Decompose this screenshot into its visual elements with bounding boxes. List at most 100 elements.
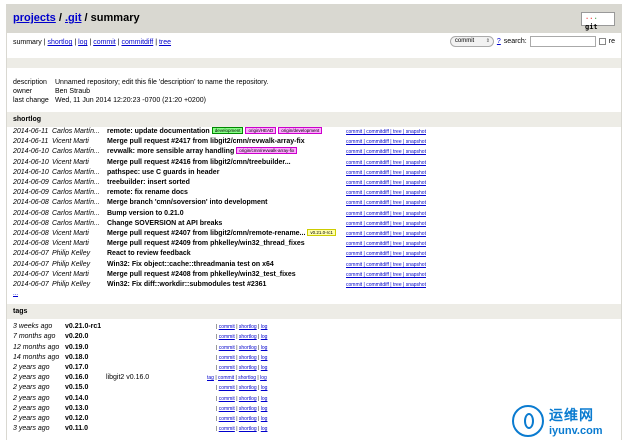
link-tree[interactable]: tree: [393, 221, 402, 227]
tag-name[interactable]: v0.16.0: [65, 373, 106, 383]
link-tree[interactable]: tree: [393, 160, 402, 166]
commit-title-cell[interactable]: Merge pull request #2417 from libgit2/cm…: [107, 137, 346, 147]
table-row[interactable]: 7 months ago v0.20.0 | commit | shortlog |…: [13, 332, 267, 342]
tags-title[interactable]: tags: [13, 308, 27, 315]
table-row[interactable]: 3 years ago v0.11.0 | commit | shortlog | …: [13, 424, 267, 434]
link-commit[interactable]: commit: [219, 416, 235, 422]
link-commit[interactable]: commit: [346, 149, 362, 155]
commit-title[interactable]: Merge pull request #2416 from libgit2/cm…: [107, 159, 291, 166]
link-commitdiff[interactable]: commitdiff: [366, 231, 389, 237]
commit-title-cell[interactable]: Bump version to 0.21.0: [107, 209, 346, 219]
table-row[interactable]: 2 years ago v0.17.0 | commit | shortlog | …: [13, 363, 267, 373]
link-commitdiff[interactable]: commitdiff: [366, 211, 389, 217]
link-shortlog[interactable]: shortlog: [239, 396, 257, 402]
tag-message[interactable]: [106, 343, 207, 353]
tag-message[interactable]: [106, 332, 207, 342]
commit-title-cell[interactable]: pathspec: use C guards in header: [107, 168, 346, 178]
link-commitdiff[interactable]: commitdiff: [366, 160, 389, 166]
link-commit[interactable]: commit: [346, 129, 362, 135]
tag-name[interactable]: v0.17.0: [65, 363, 106, 373]
commit-title-cell[interactable]: Win32: Fix object::cache::threadmania te…: [107, 260, 346, 270]
tag-name[interactable]: v0.15.0: [65, 383, 106, 393]
commit-title[interactable]: treebuilder: insert sorted: [107, 179, 190, 186]
link-tree[interactable]: tree: [393, 149, 402, 155]
shortlog-title[interactable]: shortlog: [13, 116, 41, 123]
link-commit[interactable]: commit: [346, 251, 362, 257]
link-commitdiff[interactable]: commitdiff: [366, 190, 389, 196]
link-shortlog[interactable]: shortlog: [239, 345, 257, 351]
link-commitdiff[interactable]: commitdiff: [366, 241, 389, 247]
tag-name[interactable]: v0.12.0: [65, 414, 106, 424]
link-log[interactable]: log: [261, 355, 268, 361]
link-commit[interactable]: commit: [346, 231, 362, 237]
table-row[interactable]: 2014-06-08 Vicent Marti Merge pull request…: [13, 239, 426, 249]
commit-title-cell[interactable]: Change SOVERSION at API breaks: [107, 219, 346, 229]
commit-title-cell[interactable]: remote: fix rename docs: [107, 188, 346, 198]
link-commit[interactable]: commit: [346, 180, 362, 186]
link-tree[interactable]: tree: [393, 170, 402, 176]
table-row[interactable]: 2014-06-08 Carlos Martín... Bump version t…: [13, 209, 426, 219]
link-commitdiff[interactable]: commitdiff: [366, 221, 389, 227]
link-snapshot[interactable]: snapshot: [406, 180, 426, 186]
link-commit[interactable]: commit: [346, 221, 362, 227]
nav-commitdiff[interactable]: commitdiff: [121, 39, 153, 46]
nav-commit[interactable]: commit: [93, 39, 116, 46]
table-row[interactable]: 2014-06-08 Carlos Martín... Change SOVERSI…: [13, 219, 426, 229]
tag-message[interactable]: [106, 383, 207, 393]
table-row[interactable]: 2014-06-10 Carlos Martín... revwalk: more …: [13, 147, 426, 157]
commit-title-cell[interactable]: React to review feedback: [107, 249, 346, 259]
table-row[interactable]: 2014-06-11 Vicent Marti Merge pull request…: [13, 137, 426, 147]
link-snapshot[interactable]: snapshot: [406, 272, 426, 278]
link-tree[interactable]: tree: [393, 251, 402, 257]
commit-title[interactable]: revwalk: more sensible array handling: [107, 148, 234, 155]
link-commit[interactable]: commit: [346, 170, 362, 176]
link-snapshot[interactable]: snapshot: [406, 170, 426, 176]
breadcrumb-projects[interactable]: projects: [13, 12, 56, 24]
link-tree[interactable]: tree: [393, 139, 402, 145]
link-tree[interactable]: tree: [393, 282, 402, 288]
tag-name[interactable]: v0.20.0: [65, 332, 106, 342]
tag-message[interactable]: [106, 404, 207, 414]
tag-message[interactable]: [106, 322, 207, 332]
commit-title-cell[interactable]: treebuilder: insert sorted: [107, 178, 346, 188]
link-commit[interactable]: commit: [219, 396, 235, 402]
table-row[interactable]: 14 months ago v0.18.0 | commit | shortlog …: [13, 353, 267, 363]
tag-name[interactable]: v0.21.0-rc1: [65, 322, 106, 332]
link-shortlog[interactable]: shortlog: [239, 355, 257, 361]
link-shortlog[interactable]: shortlog: [239, 426, 257, 432]
commit-title-cell[interactable]: Win32: Fix diff::workdir::submodules tes…: [107, 280, 346, 290]
table-row[interactable]: 2014-06-09 Carlos Martín... treebuilder: i…: [13, 178, 426, 188]
link-commit[interactable]: commit: [346, 272, 362, 278]
table-row[interactable]: 2014-06-09 Carlos Martín... remote: fix re…: [13, 188, 426, 198]
link-snapshot[interactable]: snapshot: [406, 190, 426, 196]
link-snapshot[interactable]: snapshot: [406, 282, 426, 288]
link-commit[interactable]: commit: [346, 160, 362, 166]
tag-message[interactable]: [106, 414, 207, 424]
link-commitdiff[interactable]: commitdiff: [366, 170, 389, 176]
link-shortlog[interactable]: shortlog: [239, 416, 257, 422]
link-tree[interactable]: tree: [393, 180, 402, 186]
ref-badge[interactable]: development: [211, 127, 244, 134]
link-snapshot[interactable]: snapshot: [406, 251, 426, 257]
tag-name[interactable]: v0.11.0: [65, 424, 106, 434]
link-commit[interactable]: commit: [219, 324, 235, 330]
link-log[interactable]: log: [261, 406, 268, 412]
link-commit[interactable]: commit: [219, 365, 235, 371]
table-row[interactable]: 2014-06-08 Vicent Marti Merge pull request…: [13, 229, 426, 239]
commit-title[interactable]: Merge pull request #2417 from libgit2/cm…: [107, 138, 305, 145]
commit-title-cell[interactable]: remote: update documentation development o…: [107, 127, 346, 137]
table-row[interactable]: 2014-06-07 Philip Kelley Win32: Fix diff::…: [13, 280, 426, 290]
commit-title[interactable]: remote: fix rename docs: [107, 189, 188, 196]
git-logo[interactable]: ··· git: [581, 12, 615, 31]
tag-message[interactable]: [106, 353, 207, 363]
commit-title-cell[interactable]: Merge pull request #2409 from phkelley/w…: [107, 239, 346, 249]
nav-shortlog[interactable]: shortlog: [48, 39, 73, 46]
link-snapshot[interactable]: snapshot: [406, 129, 426, 135]
link-snapshot[interactable]: snapshot: [406, 231, 426, 237]
commit-title[interactable]: pathspec: use C guards in header: [107, 169, 219, 176]
commit-title[interactable]: remote: update documentation: [107, 128, 210, 135]
commit-title[interactable]: Win32: Fix object::cache::threadmania te…: [107, 261, 274, 268]
link-snapshot[interactable]: snapshot: [406, 221, 426, 227]
tag-message[interactable]: [106, 363, 207, 373]
link-log[interactable]: log: [261, 345, 268, 351]
